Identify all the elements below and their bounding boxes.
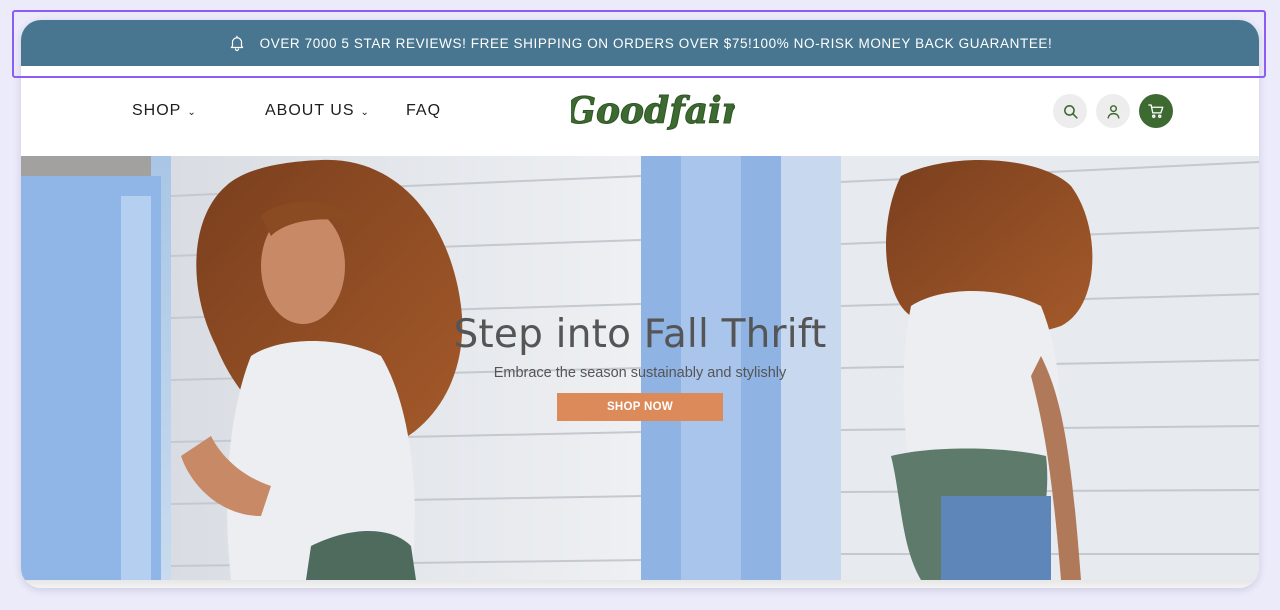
shop-now-button[interactable]: SHOP NOW: [557, 393, 723, 421]
account-icon: [1106, 104, 1120, 119]
announcement-gap: [21, 66, 1259, 82]
announcement-bar: OVER 7000 5 STAR REVIEWS! FREE SHIPPING …: [21, 20, 1259, 66]
hero-subtitle: Embrace the season sustainably and styli…: [493, 365, 787, 381]
cart-button[interactable]: [1139, 94, 1173, 128]
nav-item-faq[interactable]: FAQ: [406, 102, 441, 120]
nav-item-label: ABOUT US: [265, 102, 355, 119]
bottom-strip: [21, 580, 1259, 588]
main-nav: SHOP ⌄ ABOUT US ⌄ FAQ Goodfair: [21, 82, 1259, 156]
browser-frame: OVER 7000 5 STAR REVIEWS! FREE SHIPPING …: [21, 20, 1259, 588]
nav-item-about-us[interactable]: ABOUT US ⌄: [265, 102, 370, 120]
chevron-down-icon: ⌄: [187, 106, 197, 118]
hero-title: Step into Fall Thrift: [453, 312, 827, 357]
logo-text: Goodfair: [571, 90, 735, 132]
announcement-text: OVER 7000 5 STAR REVIEWS! FREE SHIPPING …: [259, 35, 1053, 51]
hero-banner: Step into Fall Thrift Embrace the season…: [21, 156, 1259, 580]
search-button[interactable]: [1053, 94, 1087, 128]
nav-item-label: FAQ: [406, 102, 442, 119]
nav-item-label: SHOP: [132, 102, 182, 119]
brand-logo[interactable]: Goodfair: [571, 86, 735, 136]
chevron-down-icon: ⌄: [360, 106, 370, 118]
cart-icon: [1148, 104, 1164, 118]
account-button[interactable]: [1096, 94, 1130, 128]
bell-icon: [230, 35, 243, 52]
search-icon: [1063, 104, 1078, 119]
nav-item-shop[interactable]: SHOP ⌄: [132, 102, 197, 120]
